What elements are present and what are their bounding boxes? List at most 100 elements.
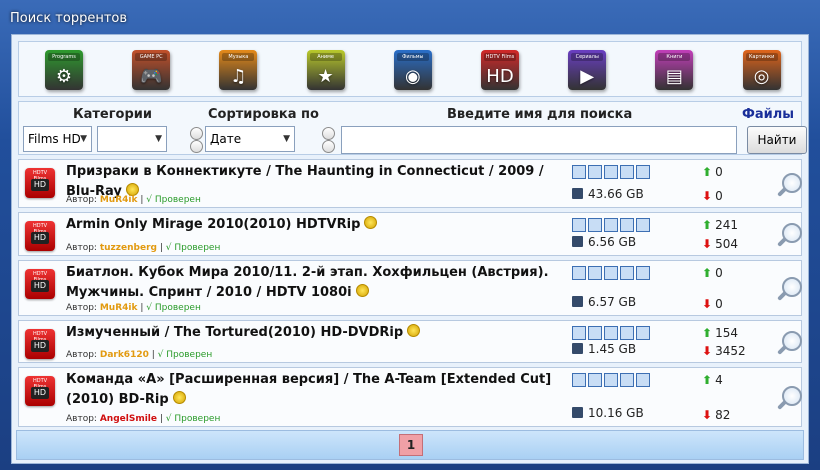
magnifier-icon[interactable] xyxy=(777,331,803,355)
author-link[interactable]: MuR4ik xyxy=(100,195,138,205)
rating-box[interactable] xyxy=(620,373,634,387)
rating-box[interactable] xyxy=(572,373,586,387)
result-row[interactable]: HDTV FilmsHD Призраки в Коннектикуте / Th… xyxy=(18,159,802,208)
subcategory-select[interactable]: ▼ xyxy=(97,126,167,152)
programs-icon: ⚙ xyxy=(55,66,73,87)
category-button-4[interactable]: Аниме ★ xyxy=(306,50,345,90)
category-button-2[interactable]: GAME PC 🎮 xyxy=(132,50,171,90)
arrow-down-icon: ⬇ xyxy=(702,344,713,358)
category-button-7[interactable]: Сериалы ▶ xyxy=(568,50,607,90)
rating-boxes xyxy=(572,265,652,284)
rating-box[interactable] xyxy=(604,266,618,280)
rating-box[interactable] xyxy=(572,218,586,232)
author-link[interactable]: Dark6120 xyxy=(100,350,149,360)
rating-box[interactable] xyxy=(572,165,586,179)
search-input[interactable] xyxy=(341,126,737,154)
result-row[interactable]: HDTV FilmsHD Команда «А» [Расширенная вер… xyxy=(18,367,802,427)
rating-box[interactable] xyxy=(604,326,618,340)
find-button[interactable]: Найти xyxy=(747,126,807,154)
title-bar[interactable]: Поиск торрентов xyxy=(0,0,820,34)
floppy-disk-icon xyxy=(572,296,583,307)
torrent-search-window: Поиск торрентов Programs ⚙ GAME PC 🎮 Музыка ♫… xyxy=(0,0,820,470)
result-row[interactable]: HDTV FilmsHD Биатлон. Кубок Мира 2010/11.… xyxy=(18,260,802,316)
author-link[interactable]: tuzzenberg xyxy=(100,243,157,253)
floppy-disk-icon xyxy=(572,343,583,354)
games-icon: 🎮 xyxy=(139,66,163,87)
category-button-8[interactable]: Книги ▤ xyxy=(655,50,694,90)
sort-radio-2[interactable] xyxy=(190,140,203,153)
rating-box[interactable] xyxy=(620,326,634,340)
floppy-disk-icon xyxy=(572,236,583,247)
result-title-text[interactable]: Измученный / The Tortured(2010) HD-DVDRi… xyxy=(66,325,403,340)
result-title-text[interactable]: Armin Only Mirage 2010(2010) HDTVRip xyxy=(66,217,360,232)
rating-box[interactable] xyxy=(620,165,634,179)
result-title[interactable]: Armin Only Mirage 2010(2010) HDTVRip xyxy=(66,215,566,235)
file-size-value: 6.57 GB xyxy=(588,295,637,309)
series-icon: ▶ xyxy=(580,66,595,87)
rating-box[interactable] xyxy=(588,266,602,280)
rating-box[interactable] xyxy=(636,266,650,280)
category-button-3[interactable]: Музыка ♫ xyxy=(219,50,258,90)
page-1-button[interactable]: 1 xyxy=(399,434,423,456)
hdtv-films-icon: HDTV FilmsHD xyxy=(25,168,55,198)
rating-box[interactable] xyxy=(604,373,618,387)
rating-box[interactable] xyxy=(572,326,586,340)
hdtv-films-icon: HDTV FilmsHD xyxy=(25,269,55,299)
result-title-text[interactable]: Команда «А» [Расширенная версия] / The A… xyxy=(66,372,551,407)
rating-box[interactable] xyxy=(620,218,634,232)
author-link[interactable]: MuR4ik xyxy=(100,303,138,313)
magnifier-icon[interactable] xyxy=(777,277,803,301)
rating-box[interactable] xyxy=(588,165,602,179)
files-label[interactable]: Файлы xyxy=(742,107,794,122)
category-button-6[interactable]: HDTV Films HD xyxy=(481,50,519,90)
rating-box[interactable] xyxy=(588,326,602,340)
result-row[interactable]: HDTV FilmsHD Измученный / The Tortured(20… xyxy=(18,320,802,363)
magnifier-icon[interactable] xyxy=(777,223,803,247)
file-size: 6.57 GB xyxy=(572,295,636,309)
query-radio-2[interactable] xyxy=(322,140,335,153)
leechers-count: 0 xyxy=(715,189,723,203)
rating-box[interactable] xyxy=(636,326,650,340)
author-label: Автор: xyxy=(66,414,97,424)
magnifier-icon[interactable] xyxy=(777,386,803,410)
category-select[interactable]: Films HD ▼ xyxy=(23,126,92,152)
rating-box[interactable] xyxy=(636,218,650,232)
query-radio-1[interactable] xyxy=(322,127,335,140)
rating-box[interactable] xyxy=(636,165,650,179)
rating-box[interactable] xyxy=(604,218,618,232)
result-row[interactable]: HDTV FilmsHD Armin Only Mirage 2010(2010)… xyxy=(18,212,802,256)
category-button-9[interactable]: Картинки ◎ xyxy=(742,50,781,90)
magnifier-icon[interactable] xyxy=(777,173,803,197)
category-button-1[interactable]: Programs ⚙ xyxy=(45,50,83,90)
magnifier-handle xyxy=(777,291,787,301)
category-tag: Аниме xyxy=(309,53,342,61)
file-size: 6.56 GB xyxy=(572,235,636,249)
rating-box[interactable] xyxy=(588,218,602,232)
rating-box[interactable] xyxy=(636,373,650,387)
result-title-text[interactable]: Призраки в Коннектикуте / The Haunting i… xyxy=(66,164,544,199)
category-tag: Картинки xyxy=(745,53,778,61)
sort-radio-1[interactable] xyxy=(190,127,203,140)
arrow-up-icon: ⬆ xyxy=(702,266,713,280)
window-title: Поиск торрентов xyxy=(10,11,128,26)
category-tag: Programs xyxy=(48,53,80,61)
author-label: Автор: xyxy=(66,303,97,313)
seeders: ⬆ 0 xyxy=(702,266,723,280)
category-button-5[interactable]: Фильмы ◉ xyxy=(393,50,432,90)
rating-box[interactable] xyxy=(588,373,602,387)
result-meta: Автор: MuR4ik | √ Проверен xyxy=(66,303,201,313)
category-tag: Сериалы xyxy=(571,53,604,61)
rating-box[interactable] xyxy=(620,266,634,280)
result-title[interactable]: Команда «А» [Расширенная версия] / The A… xyxy=(66,370,566,410)
rating-box[interactable] xyxy=(572,266,586,280)
rating-boxes xyxy=(572,164,652,183)
sort-select[interactable]: Дате ▼ xyxy=(205,126,295,152)
result-title-text[interactable]: Биатлон. Кубок Мира 2010/11. 2-й этап. Х… xyxy=(66,265,549,300)
result-title[interactable]: Измученный / The Tortured(2010) HD-DVDRi… xyxy=(66,323,566,343)
magnifier-handle xyxy=(777,237,787,247)
result-title[interactable]: Биатлон. Кубок Мира 2010/11. 2-й этап. Х… xyxy=(66,263,566,303)
meta-separator: | xyxy=(159,414,163,424)
meta-separator: | xyxy=(159,243,163,253)
author-link[interactable]: AngelSmile xyxy=(100,414,157,424)
rating-box[interactable] xyxy=(604,165,618,179)
